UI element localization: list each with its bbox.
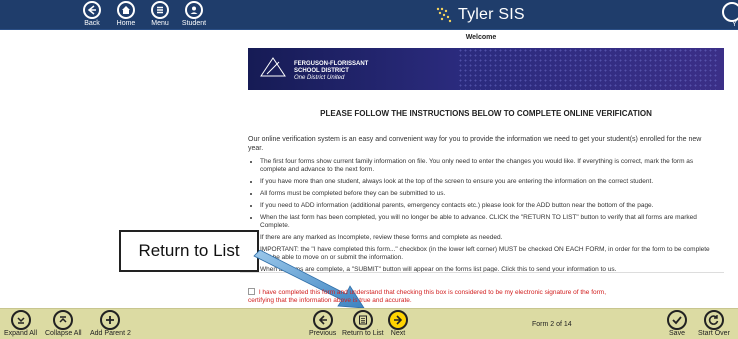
check-icon — [667, 310, 687, 330]
add-parent-2-label: Add Parent 2 — [90, 330, 131, 337]
home-button[interactable]: Home — [112, 1, 140, 29]
district-crest-icon — [260, 57, 286, 77]
instruction-item: If there are any marked as Incomplete, r… — [260, 234, 710, 242]
district-banner: FERGUSON-FLORISSANT SCHOOL DISTRICT One … — [248, 48, 724, 90]
previous-label: Previous — [309, 330, 337, 337]
expand-all-button[interactable]: Expand All — [4, 310, 37, 337]
next-label: Next — [390, 330, 406, 337]
instruction-item: All forms must be completed before they … — [260, 190, 710, 198]
next-button[interactable]: Next — [388, 310, 408, 337]
home-label: Home — [116, 20, 136, 27]
form-counter: Form 2 of 14 — [532, 321, 572, 328]
start-over-label: Start Over — [698, 330, 730, 337]
welcome-heading: Welcome — [465, 34, 497, 41]
previous-button[interactable]: Previous — [309, 310, 336, 337]
back-label: Back — [84, 20, 100, 27]
district-line-1: FERGUSON-FLORISSANT — [294, 61, 369, 67]
tyler-sis-verification-page: Back Home Menu Student Tyler SIS Y Welco… — [0, 0, 738, 339]
save-label: Save — [669, 330, 685, 337]
district-name: FERGUSON-FLORISSANT SCHOOL DISTRICT One … — [294, 61, 368, 82]
district-tagline: One District United — [294, 75, 345, 81]
instruction-item: If you need to ADD information (addition… — [260, 202, 710, 210]
bottom-toolbar: Expand All Collapse All Add Parent 2 Pre… — [0, 308, 738, 339]
menu-icon — [151, 1, 169, 19]
top-toolbar: Back Home Menu Student Tyler SIS Y — [0, 0, 738, 30]
expand-all-label: Expand All — [4, 330, 38, 337]
banner-pattern — [458, 48, 718, 90]
district-line-2: SCHOOL DISTRICT — [294, 68, 349, 74]
attestation-text: I have completed this form and understan… — [248, 289, 607, 304]
menu-label: Menu — [151, 20, 169, 27]
arrow-left-icon — [83, 1, 101, 19]
collapse-icon — [53, 310, 74, 330]
return-to-list-label: Return to List — [342, 330, 384, 337]
return-to-list-button[interactable]: Return to List — [342, 310, 384, 337]
expand-icon — [10, 310, 31, 330]
home-icon — [117, 1, 135, 19]
student-label: Student — [181, 20, 207, 27]
menu-button[interactable]: Menu — [146, 1, 174, 29]
intro-text: Our online verification system is an eas… — [248, 136, 702, 152]
arrow-right-icon — [388, 310, 408, 330]
top-right-icon[interactable] — [722, 2, 738, 22]
tyler-logo-icon — [436, 7, 452, 23]
list-icon — [352, 310, 373, 330]
arrow-left-icon — [312, 310, 333, 330]
start-over-button[interactable]: Start Over — [698, 310, 730, 337]
student-icon — [185, 1, 203, 19]
return-to-list-callout: Return to List — [119, 230, 259, 272]
attestation-checkbox[interactable] — [248, 288, 255, 295]
instructions-title: PLEASE FOLLOW THE INSTRUCTIONS BELOW TO … — [320, 109, 652, 118]
refresh-icon — [703, 310, 724, 330]
collapse-all-label: Collapse All — [45, 330, 82, 337]
back-button[interactable]: Back — [78, 1, 106, 29]
app-title: Tyler SIS — [458, 6, 525, 23]
attestation-row[interactable]: I have completed this form and understan… — [248, 288, 608, 305]
instruction-item: When the last form has been completed, y… — [260, 214, 710, 230]
instruction-item: If you have more than one student, alway… — [260, 178, 710, 186]
save-button[interactable]: Save — [667, 310, 687, 337]
app-logo: Tyler SIS — [434, 5, 525, 25]
top-right-label: Y — [732, 21, 737, 28]
student-button[interactable]: Student — [180, 1, 208, 29]
top-nav: Back Home Menu Student — [78, 1, 208, 29]
add-icon — [100, 310, 121, 330]
add-parent-2-button[interactable]: Add Parent 2 — [90, 310, 131, 337]
instruction-item: The first four forms show current family… — [260, 158, 710, 174]
collapse-all-button[interactable]: Collapse All — [45, 310, 82, 337]
